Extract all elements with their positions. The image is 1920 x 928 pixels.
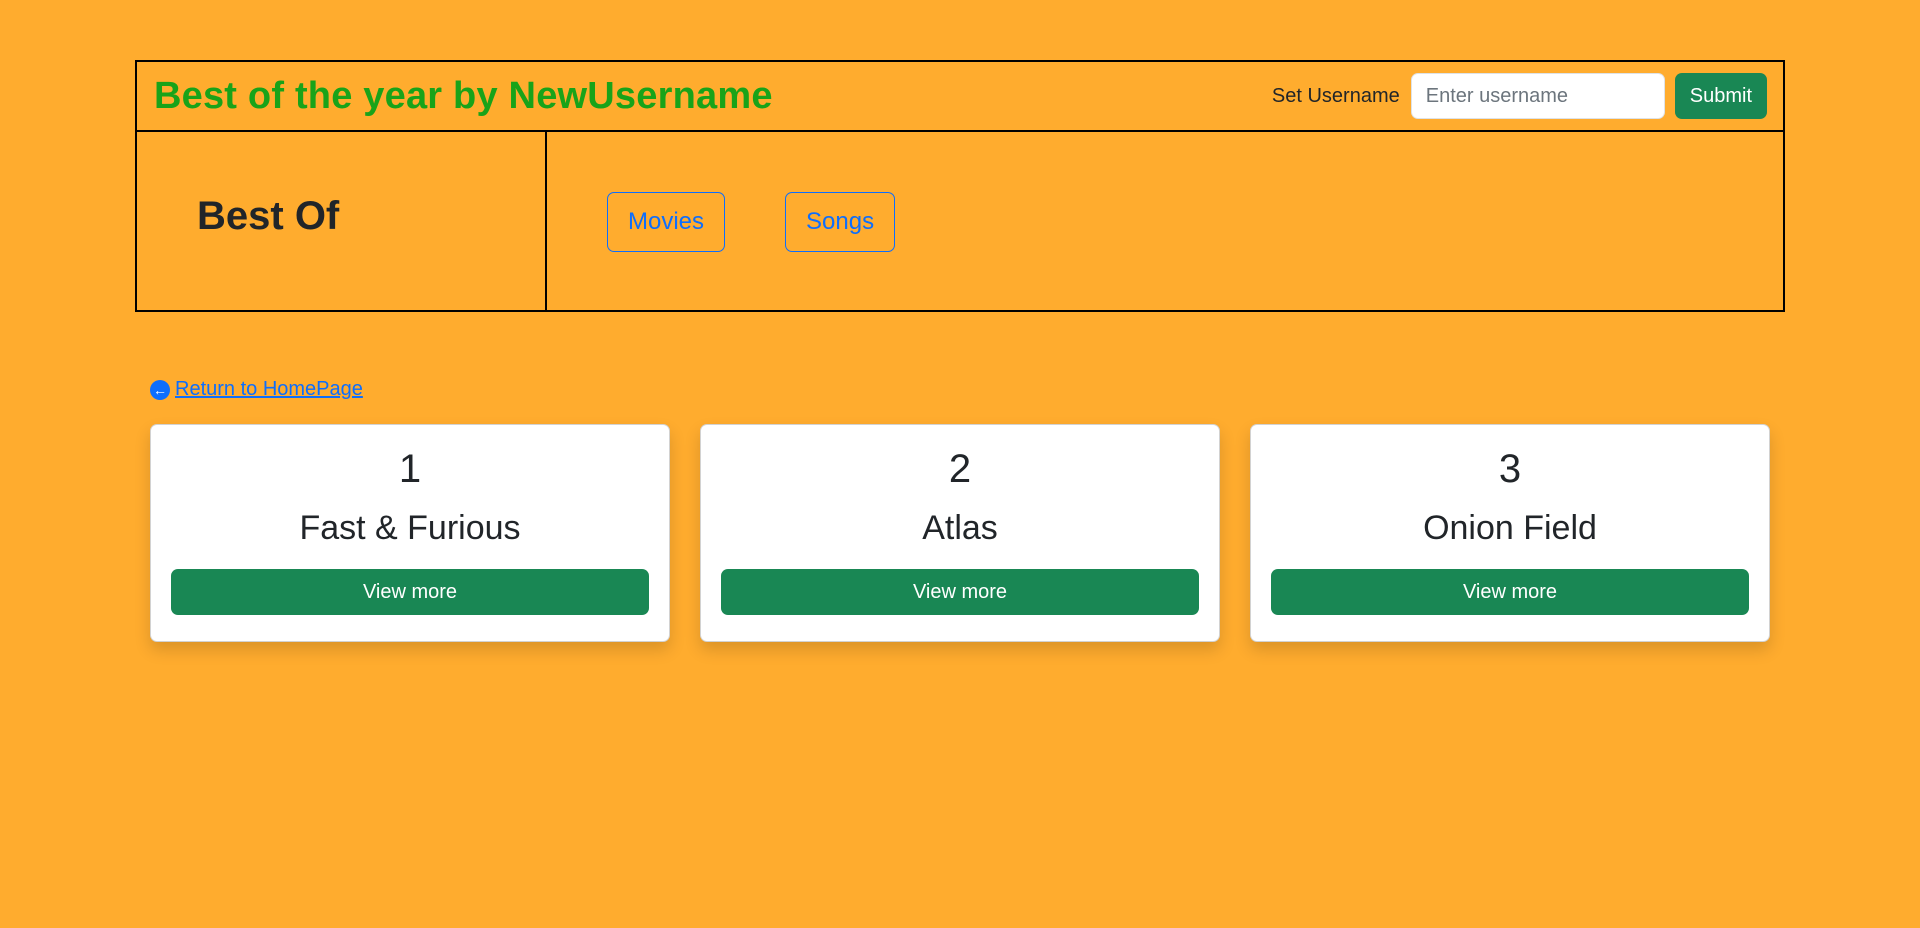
card: 3 Onion Field View more bbox=[1250, 424, 1770, 642]
return-link-text[interactable]: Return to HomePage bbox=[175, 378, 363, 401]
card-title: Atlas bbox=[922, 509, 998, 547]
card-title: Fast & Furious bbox=[299, 509, 521, 547]
page-frame: Best of the year by NewUsername Set User… bbox=[135, 60, 1785, 312]
cards-row: 1 Fast & Furious View more 2 Atlas View … bbox=[150, 424, 1770, 642]
card: 2 Atlas View more bbox=[700, 424, 1220, 642]
songs-button[interactable]: Songs bbox=[785, 192, 896, 252]
username-input[interactable] bbox=[1410, 73, 1665, 119]
nav-row: Best Of Movies Songs bbox=[137, 132, 1783, 310]
brand-title: Best Of bbox=[197, 194, 340, 238]
card-rank: 1 bbox=[398, 447, 422, 491]
card-rank: 3 bbox=[1498, 447, 1522, 491]
view-more-button[interactable]: View more bbox=[171, 569, 649, 615]
header-bar: Best of the year by NewUsername Set User… bbox=[137, 62, 1783, 132]
card-title: Onion Field bbox=[1423, 509, 1597, 547]
view-more-button[interactable]: View more bbox=[721, 569, 1199, 615]
card: 1 Fast & Furious View more bbox=[150, 424, 670, 642]
brand-cell: Best Of bbox=[137, 132, 547, 310]
username-form: Set Username Submit bbox=[1272, 73, 1767, 119]
view-more-button[interactable]: View more bbox=[1271, 569, 1749, 615]
card-rank: 2 bbox=[948, 447, 972, 491]
arrow-left-circle-icon: ← bbox=[150, 379, 170, 400]
site-title: Best of the year by NewUsername bbox=[154, 74, 773, 117]
submit-button[interactable]: Submit bbox=[1674, 73, 1767, 119]
username-label: Set Username bbox=[1271, 84, 1400, 107]
nav-links: Movies Songs bbox=[547, 132, 1783, 310]
return-link[interactable]: ← Return to HomePage bbox=[150, 378, 363, 401]
movies-button[interactable]: Movies bbox=[607, 192, 726, 252]
